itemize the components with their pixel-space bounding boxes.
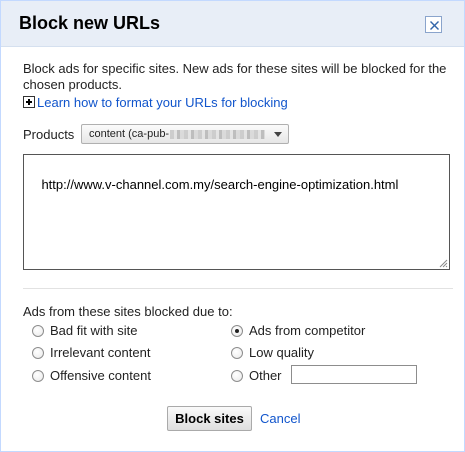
products-select[interactable]: content (ca-pub-	[81, 124, 289, 144]
reason-bad-fit[interactable]: Bad fit with site	[32, 323, 137, 338]
radio-button[interactable]	[231, 346, 243, 359]
reason-competitor[interactable]: Ads from competitor	[231, 323, 365, 338]
reason-label: Bad fit with site	[50, 323, 138, 338]
products-select-value: content (ca-pub-	[89, 128, 170, 140]
radio-button[interactable]	[32, 324, 44, 337]
block-sites-button[interactable]: Block sites	[167, 406, 252, 431]
reason-label: Ads from competitor	[249, 323, 366, 338]
dialog-header: Block new URLs	[1, 1, 464, 47]
reason-other[interactable]: Other	[231, 368, 282, 383]
radio-button[interactable]	[32, 369, 44, 382]
reason-label: Offensive content	[50, 368, 151, 383]
close-icon	[430, 21, 439, 30]
redacted-publisher-id	[170, 129, 266, 139]
products-label: Products	[23, 127, 75, 142]
plus-box-icon[interactable]	[23, 96, 35, 108]
reason-label: Other	[249, 368, 282, 383]
reason-label: Low quality	[249, 345, 315, 360]
reason-low-quality[interactable]: Low quality	[231, 345, 314, 360]
urls-textarea[interactable]: http://www.v-channel.com.my/search-engin…	[23, 154, 450, 270]
cancel-link[interactable]: Cancel	[260, 411, 300, 426]
reason-irrelevant[interactable]: Irrelevant content	[32, 345, 150, 360]
learn-format-link[interactable]: Learn how to format your URLs for blocki…	[23, 94, 288, 110]
dialog-description: Block ads for specific sites. New ads fo…	[23, 61, 447, 92]
section-divider	[23, 288, 453, 289]
radio-button[interactable]	[231, 369, 243, 382]
reason-offensive[interactable]: Offensive content	[32, 368, 151, 383]
other-reason-input[interactable]	[291, 365, 417, 384]
radio-button[interactable]	[32, 346, 44, 359]
reasons-label: Ads from these sites blocked due to:	[23, 304, 233, 319]
radio-button-selected[interactable]	[231, 324, 243, 337]
urls-textarea-value: http://www.v-channel.com.my/search-engin…	[41, 177, 399, 192]
chevron-down-icon	[274, 132, 282, 137]
dialog-title: Block new URLs	[19, 13, 161, 33]
close-button[interactable]	[425, 16, 442, 33]
reason-label: Irrelevant content	[50, 345, 151, 360]
resize-handle-icon[interactable]	[438, 258, 448, 268]
learn-format-link-text[interactable]: Learn how to format your URLs for blocki…	[37, 95, 288, 110]
block-urls-dialog: Block new URLs Block ads for specific si…	[0, 0, 465, 452]
